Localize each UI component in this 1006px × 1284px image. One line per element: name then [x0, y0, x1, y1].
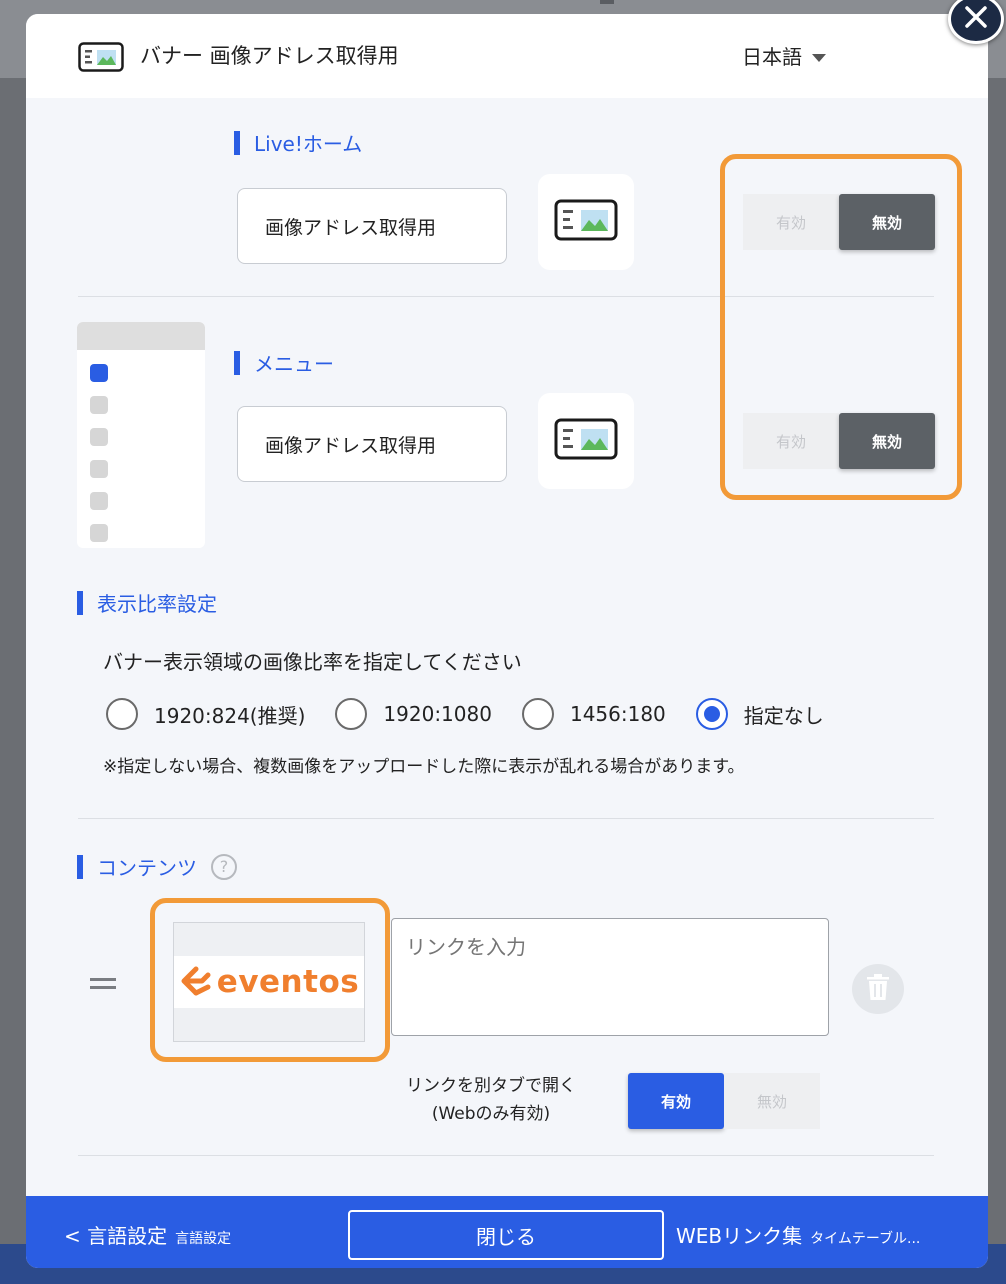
- trash-icon: [866, 973, 890, 1005]
- section-bar: [77, 590, 83, 615]
- prev-page-link[interactable]: < 言語設定 言語設定: [64, 1220, 231, 1249]
- section-label-text: Live!ホーム: [254, 132, 363, 156]
- link-input[interactable]: [391, 918, 829, 1036]
- new-tab-label-line1: リンクを別タブで開く: [406, 1076, 576, 1096]
- highlight-box-image: [150, 898, 390, 1062]
- prev-page-sub: 言語設定: [175, 1231, 232, 1247]
- live-home-text-value: 画像アドレス取得用: [265, 216, 437, 239]
- new-tab-label: リンクを別タブで開く (Webのみ有効): [386, 1072, 596, 1128]
- banner-settings-modal: バナー 画像アドレス取得用 日本語 Live!ホーム 画像アドレス取得用 有効 …: [26, 14, 988, 1268]
- section-label-contents: コンテンツ ?: [77, 852, 237, 881]
- radio-button[interactable]: [335, 698, 368, 730]
- help-icon[interactable]: ?: [211, 853, 237, 880]
- next-page-sub: タイムテーブル...: [810, 1231, 921, 1247]
- section-label-text: コンテンツ: [97, 856, 197, 880]
- radio-label: 1456:180: [569, 702, 666, 726]
- menu-banner-icon-button[interactable]: [538, 393, 634, 489]
- prev-page-label: < 言語設定: [64, 1224, 168, 1248]
- next-page-link[interactable]: WEBリンク集 タイムテーブル...: [676, 1220, 920, 1249]
- live-home-banner-icon-button[interactable]: [538, 174, 634, 270]
- caret-down-icon: [812, 44, 826, 68]
- banner-icon: [554, 199, 618, 245]
- modal-header: バナー 画像アドレス取得用 日本語: [26, 14, 988, 98]
- close-icon: [964, 5, 988, 33]
- section-label-menu: メニュー: [234, 348, 334, 377]
- menu-text-field[interactable]: 画像アドレス取得用: [237, 406, 507, 482]
- radio-ratio-1456-180[interactable]: 1456:180: [521, 698, 666, 730]
- new-tab-toggle-disable[interactable]: 無効: [724, 1073, 820, 1129]
- radio-ratio-1920-824[interactable]: 1920:824(推奨): [106, 698, 305, 730]
- section-label-live-home: Live!ホーム: [234, 128, 362, 157]
- banner-icon: [554, 418, 618, 464]
- delete-content-button[interactable]: [852, 964, 904, 1014]
- new-tab-toggle-enable[interactable]: 有効: [628, 1073, 724, 1129]
- language-value: 日本語: [742, 45, 802, 69]
- radio-ratio-1920-1080[interactable]: 1920:1080: [335, 698, 492, 730]
- section-bar: [234, 130, 240, 155]
- radio-ratio-none[interactable]: 指定なし: [695, 698, 824, 730]
- radio-label: 1920:824(推奨): [154, 703, 306, 728]
- radio-label: 1920:1080: [383, 702, 492, 726]
- ratio-note: ※指定しない場合、複数画像をアップロードした際に表示が乱れる場合があります。: [103, 757, 745, 777]
- radio-button-checked[interactable]: [695, 698, 728, 730]
- section-label-ratio: 表示比率設定: [77, 588, 217, 617]
- language-select[interactable]: 日本語: [742, 41, 826, 70]
- section-label-text: メニュー: [254, 352, 334, 376]
- section-bar: [234, 350, 240, 375]
- divider: [78, 1155, 934, 1156]
- drag-handle-icon[interactable]: [90, 978, 116, 994]
- menu-preview-illustration: [77, 322, 205, 548]
- background-divider: [600, 0, 614, 4]
- modal-title: バナー 画像アドレス取得用: [140, 44, 399, 68]
- radio-label: 指定なし: [743, 703, 824, 728]
- section-label-text: 表示比率設定: [97, 592, 217, 616]
- new-tab-label-line2: (Webのみ有効): [431, 1104, 551, 1124]
- ratio-radio-group: 1920:824(推奨) 1920:1080 1456:180 指定なし: [106, 698, 854, 730]
- live-home-text-field[interactable]: 画像アドレス取得用: [237, 188, 507, 264]
- radio-button[interactable]: [521, 698, 554, 730]
- next-page-label: WEBリンク集: [676, 1224, 803, 1248]
- highlight-box-toggles: [720, 154, 962, 500]
- modal-footer: < 言語設定 言語設定 閉じる WEBリンク集 タイムテーブル...: [26, 1196, 988, 1268]
- ratio-description: バナー表示領域の画像比率を指定してください: [103, 650, 522, 674]
- section-bar: [77, 854, 83, 879]
- new-tab-toggle: 有効 無効: [628, 1073, 820, 1129]
- menu-text-value: 画像アドレス取得用: [265, 434, 437, 457]
- close-button[interactable]: 閉じる: [348, 1210, 664, 1260]
- radio-button[interactable]: [106, 698, 138, 730]
- divider: [78, 818, 934, 819]
- banner-icon: [78, 42, 124, 76]
